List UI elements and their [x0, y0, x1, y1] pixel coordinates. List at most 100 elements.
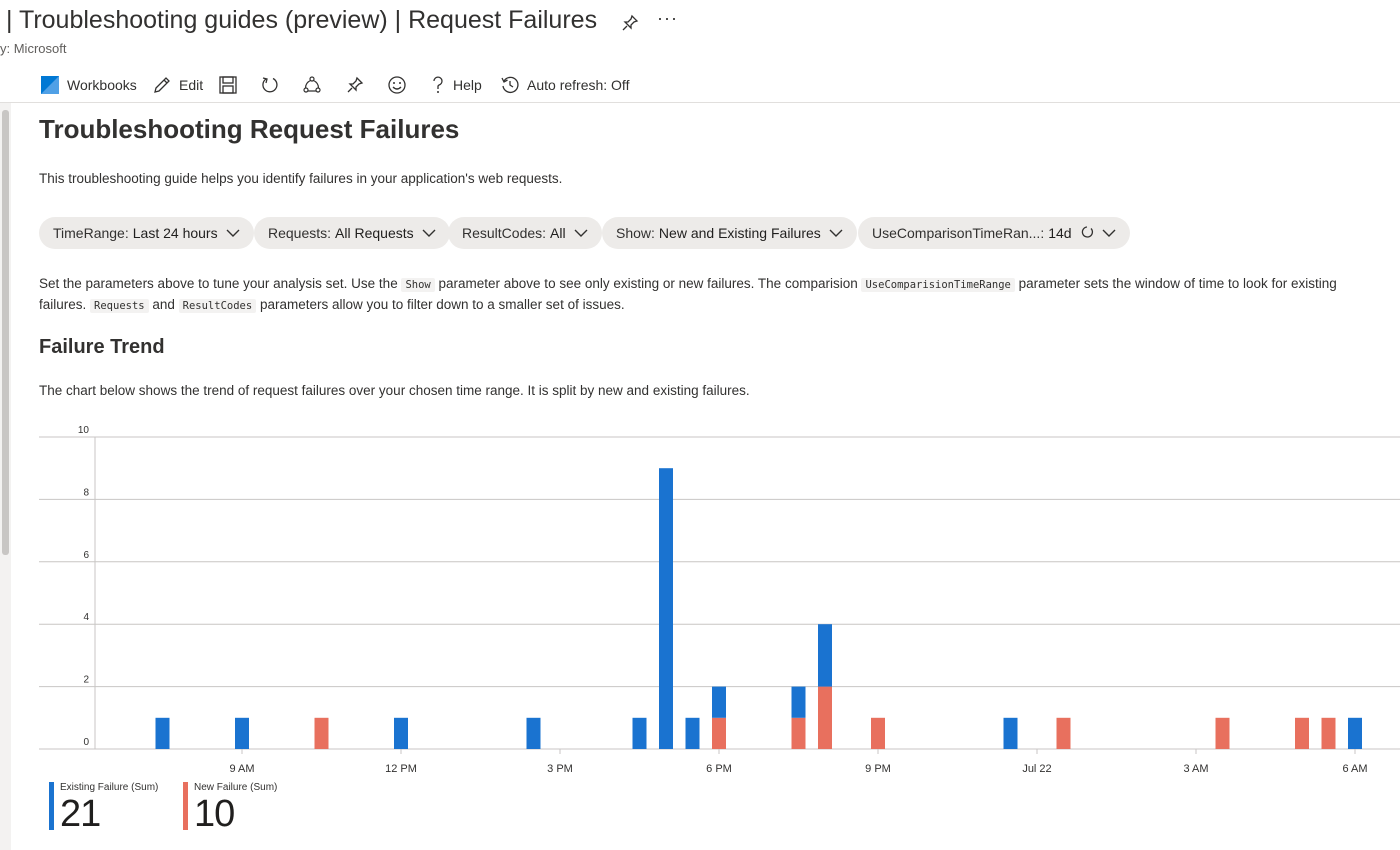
chevron-down-icon — [821, 225, 843, 241]
bar-new-failure[interactable] — [818, 686, 832, 749]
toolbar: Workbooks Edit Help Auto refresh: Off — [0, 68, 1400, 103]
legend-label: New Failure (Sum) — [194, 782, 278, 793]
clock-icon — [500, 75, 520, 95]
help-label: Help — [453, 77, 482, 93]
param-name: Show: — [616, 225, 655, 241]
param-name: TimeRange: — [53, 225, 129, 241]
bar-existing-failure[interactable] — [1003, 717, 1018, 749]
publisher-label: y: Microsoft — [0, 41, 67, 56]
pin-icon — [345, 75, 365, 95]
intro-text: This troubleshooting guide helps you ide… — [39, 171, 563, 186]
bar-existing-failure[interactable] — [526, 717, 541, 749]
y-tick-label: 6 — [83, 550, 89, 561]
smiley-icon — [387, 75, 407, 95]
share-icon — [302, 75, 322, 95]
workbooks-icon — [40, 75, 60, 95]
bar-new-failure[interactable] — [1215, 717, 1230, 749]
desc-text: parameters allow you to filter down to a… — [256, 297, 625, 312]
bar-existing-failure[interactable] — [155, 717, 170, 749]
param-comparison-dropdown[interactable]: UseComparisonTimeRan...: 14d — [858, 217, 1130, 249]
bar-new-failure[interactable] — [1295, 717, 1309, 749]
bar-existing-failure[interactable] — [659, 468, 673, 749]
desc-text: and — [148, 297, 179, 312]
bar-existing-failure[interactable] — [394, 717, 408, 749]
x-tick-label: Jul 22 — [1022, 763, 1051, 775]
save-button[interactable] — [218, 68, 238, 102]
chart-bars — [155, 468, 1362, 749]
param-value: Last 24 hours — [132, 225, 218, 241]
bar-new-failure[interactable] — [791, 717, 806, 749]
refresh-button[interactable] — [260, 68, 280, 102]
param-name: UseComparisonTimeRan...: — [872, 225, 1045, 241]
y-tick-label: 0 — [83, 737, 89, 748]
code-resultcodes: ResultCodes — [178, 299, 257, 313]
bar-new-failure[interactable] — [1321, 717, 1336, 749]
y-tick-label: 4 — [83, 612, 89, 623]
x-tick-label: 9 PM — [865, 763, 891, 775]
workbooks-button[interactable]: Workbooks — [40, 68, 137, 102]
code-requests: Requests — [90, 299, 149, 313]
pin-button[interactable] — [345, 68, 365, 102]
x-tick-label: 6 PM — [706, 763, 732, 775]
edit-label: Edit — [179, 77, 204, 93]
page-title: | Troubleshooting guides (preview) | Req… — [6, 6, 598, 34]
bar-existing-failure[interactable] — [712, 686, 726, 718]
workbooks-label: Workbooks — [67, 77, 137, 93]
loading-spinner-icon — [1072, 225, 1094, 242]
failure-trend-heading: Failure Trend — [39, 336, 165, 358]
y-tick-label: 10 — [78, 425, 90, 436]
bar-new-failure[interactable] — [871, 717, 885, 749]
bar-new-failure[interactable] — [1056, 717, 1071, 749]
x-axis-labels: 9 AM 12 PM 3 PM 6 PM 9 PM Jul 22 3 AM 6 AM — [229, 749, 1368, 775]
title-bar: | Troubleshooting guides (preview) | Req… — [0, 0, 1400, 66]
pencil-icon — [152, 75, 172, 95]
pin-icon[interactable] — [620, 13, 640, 33]
legend-swatch — [183, 782, 188, 830]
legend-swatch — [49, 782, 54, 830]
chevron-down-icon — [218, 225, 240, 241]
param-show-dropdown[interactable]: Show: New and Existing Failures — [602, 217, 857, 249]
chevron-down-icon — [566, 225, 588, 241]
param-resultcodes-dropdown[interactable]: ResultCodes: All — [448, 217, 602, 249]
code-show: Show — [401, 278, 435, 292]
edit-button[interactable]: Edit — [152, 68, 203, 102]
help-button[interactable]: Help — [430, 68, 482, 102]
param-value: All — [550, 225, 566, 241]
bar-existing-failure[interactable] — [685, 717, 700, 749]
x-tick-label: 3 AM — [1183, 763, 1208, 775]
code-comparison: UseComparisionTimeRange — [861, 278, 1015, 292]
desc-text: parameter above to see only existing or … — [434, 276, 862, 291]
y-tick-label: 8 — [83, 487, 89, 498]
bar-existing-failure[interactable] — [632, 717, 647, 749]
legend-total: 21 — [60, 793, 101, 835]
feedback-button[interactable] — [387, 68, 407, 102]
failure-trend-description: The chart below shows the trend of reque… — [39, 383, 750, 398]
chevron-down-icon — [1094, 225, 1116, 241]
y-tick-label: 2 — [83, 675, 89, 686]
param-value: New and Existing Failures — [658, 225, 821, 241]
bar-existing-failure[interactable] — [1348, 717, 1362, 749]
bar-new-failure[interactable] — [314, 717, 329, 749]
x-tick-label: 9 AM — [229, 763, 254, 775]
desc-text: Set the parameters above to tune your an… — [39, 276, 402, 291]
chevron-down-icon — [414, 225, 436, 241]
param-timerange-dropdown[interactable]: TimeRange: Last 24 hours — [39, 217, 254, 249]
y-axis-labels: 0 2 4 6 8 10 — [78, 425, 90, 748]
bar-existing-failure[interactable] — [818, 624, 832, 687]
param-name: ResultCodes: — [462, 225, 547, 241]
refresh-icon — [260, 75, 280, 95]
x-tick-label: 6 AM — [1342, 763, 1367, 775]
more-options-icon[interactable]: ··· — [657, 8, 678, 29]
x-tick-label: 12 PM — [385, 763, 417, 775]
x-tick-label: 3 PM — [547, 763, 573, 775]
bar-existing-failure[interactable] — [791, 686, 806, 718]
param-value: All Requests — [335, 225, 414, 241]
save-icon — [218, 75, 238, 95]
param-requests-dropdown[interactable]: Requests: All Requests — [254, 217, 450, 249]
workbook-heading: Troubleshooting Request Failures — [39, 114, 460, 144]
auto-refresh-button[interactable]: Auto refresh: Off — [500, 68, 629, 102]
bar-new-failure[interactable] — [712, 717, 726, 749]
share-button[interactable] — [302, 68, 322, 102]
failure-trend-chart[interactable]: 0 2 4 6 8 10 9 AM 12 PM 3 PM 6 PM 9 PM Jul 22 3 AM 6… — [0, 420, 1400, 780]
bar-existing-failure[interactable] — [235, 717, 249, 749]
